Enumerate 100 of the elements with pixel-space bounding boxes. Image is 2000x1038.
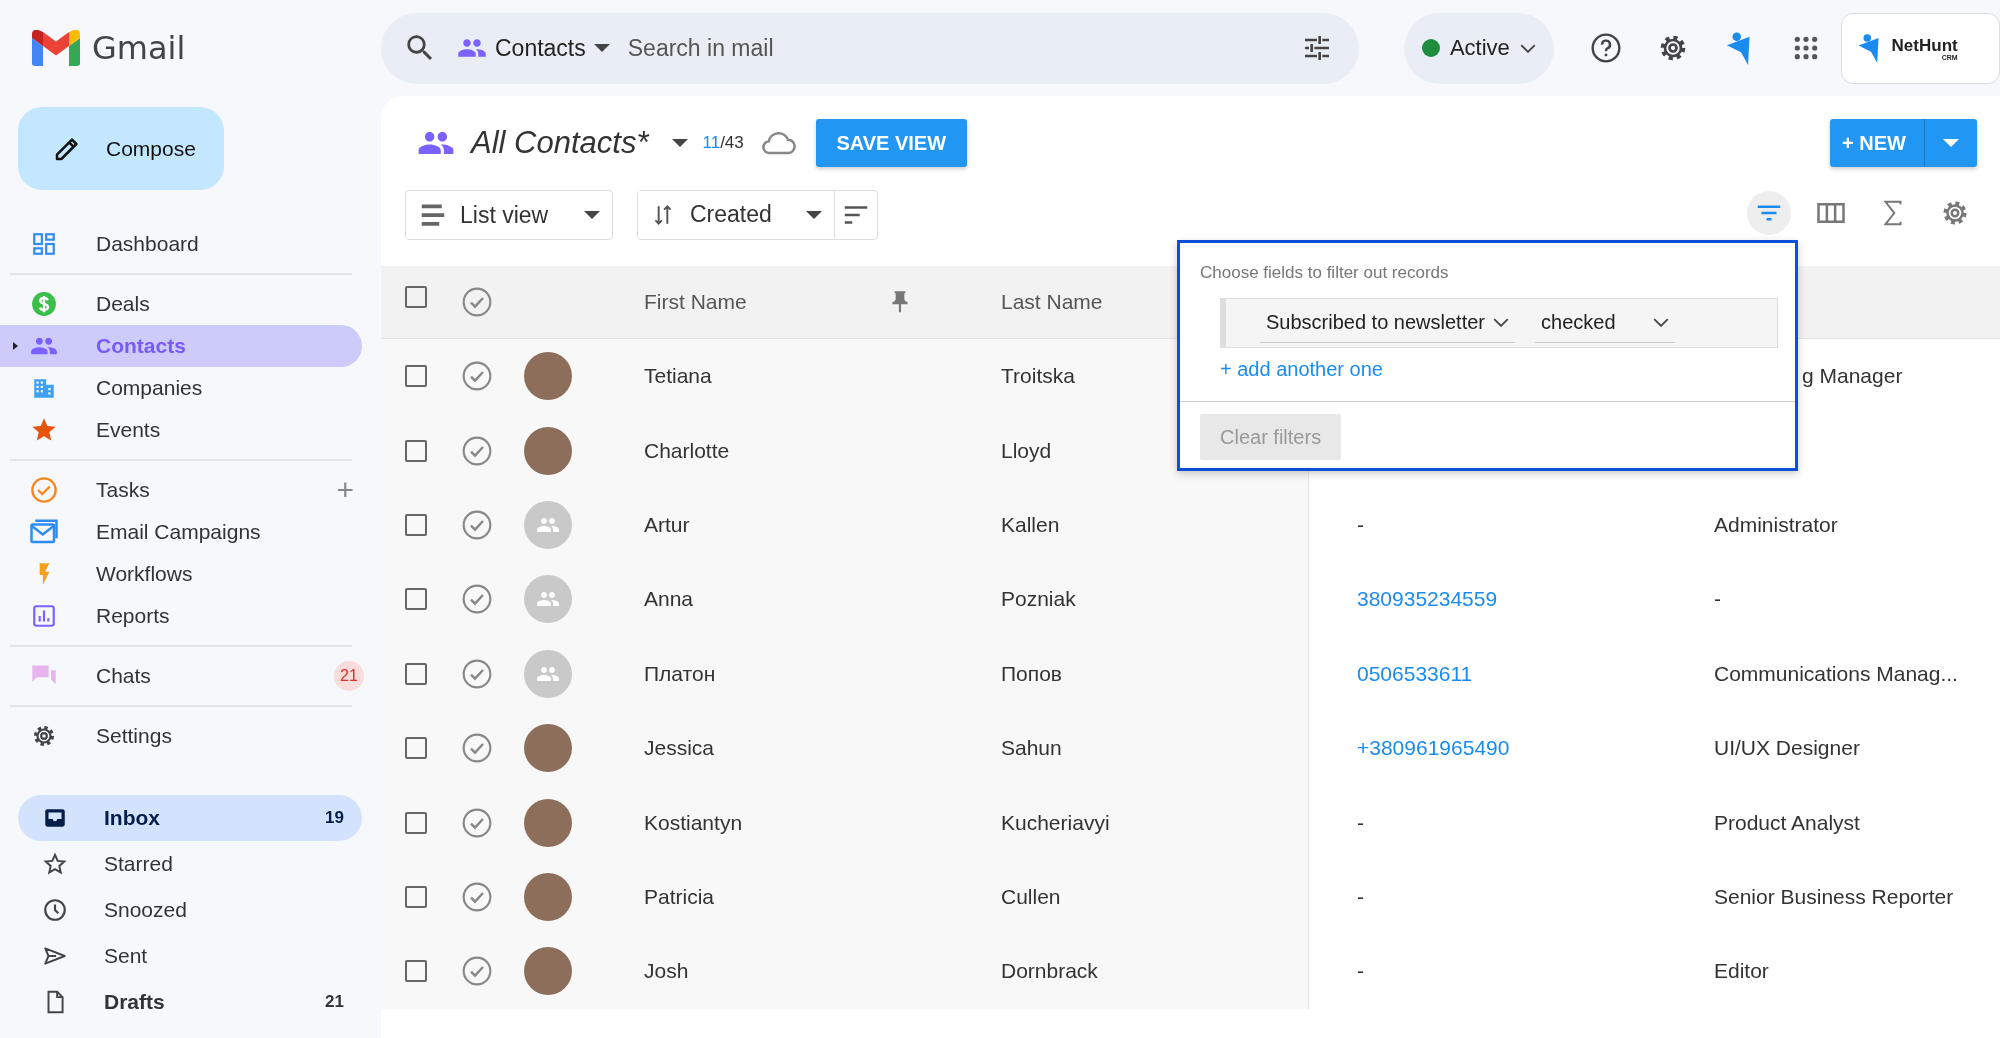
caret-icon[interactable] bbox=[672, 139, 689, 147]
search-field[interactable]: Search in mail bbox=[625, 33, 1302, 63]
sidebar-item[interactable]: Companies bbox=[0, 367, 362, 409]
check-circle-icon[interactable] bbox=[461, 360, 493, 393]
table-cell: Product Analyst bbox=[1714, 810, 1860, 835]
sidebar-item[interactable]: Dashboard bbox=[0, 223, 362, 265]
caret-icon[interactable] bbox=[593, 44, 610, 52]
table-cell: Dornbrack bbox=[1001, 959, 1098, 984]
table-cell: Kucheriavyi bbox=[1001, 810, 1110, 835]
check-circle-icon bbox=[30, 476, 58, 504]
folder-item[interactable]: Sent bbox=[18, 933, 362, 979]
sidebar-item[interactable]: Deals bbox=[0, 283, 362, 325]
table-cell: Платон bbox=[644, 661, 716, 686]
check-circle-icon[interactable] bbox=[461, 806, 493, 839]
help-icon[interactable] bbox=[1589, 32, 1622, 64]
compose-button[interactable]: Compose bbox=[18, 107, 224, 190]
phone-link[interactable]: 380935234559 bbox=[1357, 587, 1498, 612]
chevron-icon bbox=[1519, 43, 1536, 53]
sort-dropdown[interactable]: Created bbox=[638, 191, 835, 238]
folder-item[interactable]: Inbox 19 bbox=[18, 795, 362, 841]
search-scope-dropdown[interactable]: Contacts bbox=[457, 33, 610, 63]
sidebar-item[interactable]: Events bbox=[0, 409, 362, 451]
expand-arrow-icon[interactable] bbox=[10, 341, 20, 351]
table-cell: Charlotte bbox=[644, 438, 730, 463]
caret-icon[interactable] bbox=[584, 211, 600, 219]
table-cell: Kallen bbox=[1001, 512, 1060, 537]
popup-title: Choose fields to filter out records bbox=[1200, 263, 1450, 283]
check-circle-icon[interactable] bbox=[461, 880, 493, 913]
select-all-checkbox[interactable] bbox=[405, 286, 427, 308]
settings-icon[interactable] bbox=[1940, 198, 1970, 228]
status-dropdown[interactable]: Active bbox=[1404, 12, 1554, 84]
unread-badge: 21 bbox=[334, 661, 364, 691]
table-cell: Senior Business Reporter bbox=[1714, 884, 1954, 909]
row-checkbox[interactable] bbox=[405, 365, 427, 388]
chevron-icon bbox=[1653, 318, 1669, 327]
table-cell: - bbox=[1357, 884, 1364, 909]
phone-link[interactable]: +380961965490 bbox=[1357, 736, 1510, 761]
clock-icon bbox=[42, 897, 68, 923]
star-outline-icon bbox=[42, 851, 68, 877]
caret-icon[interactable] bbox=[806, 210, 822, 219]
column-header[interactable]: Last Name bbox=[1001, 290, 1103, 314]
apps-grid-icon[interactable] bbox=[1792, 35, 1819, 61]
table-cell: UI/UX Designer bbox=[1714, 736, 1860, 761]
table-cell: Попов bbox=[1001, 661, 1062, 686]
table-cell: - bbox=[1714, 587, 1721, 612]
row-checkbox[interactable] bbox=[405, 960, 427, 983]
table-cell: Tetiana bbox=[644, 364, 712, 389]
sidebar-item[interactable]: Chats 21 bbox=[0, 655, 362, 697]
gmail-logo-icon bbox=[32, 30, 80, 66]
check-circle-icon[interactable] bbox=[461, 583, 493, 616]
row-checkbox[interactable] bbox=[405, 737, 427, 760]
table-cell: Sahun bbox=[1001, 736, 1062, 761]
table-cell: Cullen bbox=[1001, 884, 1061, 909]
record-count: 11/43 bbox=[702, 133, 744, 153]
column-header[interactable]: First Name bbox=[644, 290, 747, 314]
folder-item[interactable]: Starred bbox=[18, 841, 362, 887]
search-bar[interactable]: Contacts Search in mail bbox=[381, 12, 1360, 84]
table-cell: Kostiantyn bbox=[644, 810, 743, 835]
sidebar-item[interactable]: Email Campaigns bbox=[0, 511, 362, 553]
table-cell: Patricia bbox=[644, 884, 715, 909]
row-checkbox[interactable] bbox=[405, 662, 427, 685]
table-cell: Troitska bbox=[1001, 364, 1075, 389]
check-circle-icon[interactable] bbox=[461, 955, 493, 988]
check-circle-icon[interactable] bbox=[461, 657, 493, 690]
sidebar-item[interactable]: Workflows bbox=[0, 553, 362, 595]
row-checkbox[interactable] bbox=[405, 811, 427, 834]
folder-item[interactable]: Drafts 21 bbox=[18, 979, 362, 1025]
field-dropdown[interactable]: Subscribed to newsletter bbox=[1260, 303, 1515, 343]
chevron-icon bbox=[1493, 318, 1509, 327]
sidebar-item[interactable]: Reports bbox=[0, 595, 362, 637]
table-cell: Administrator bbox=[1714, 512, 1838, 537]
table-cell: g Manager bbox=[1802, 364, 1903, 389]
value-dropdown[interactable]: checked bbox=[1535, 303, 1675, 343]
sidebar-item[interactable]: Tasks + bbox=[0, 469, 362, 511]
table-cell: Editor bbox=[1714, 959, 1769, 984]
check-circle-icon[interactable] bbox=[461, 508, 493, 541]
sidebar-item[interactable]: Settings bbox=[0, 715, 362, 757]
view-mode-dropdown[interactable]: List view bbox=[405, 190, 613, 240]
table-cell: Lloyd bbox=[1001, 438, 1052, 463]
table-cell: - bbox=[1357, 959, 1364, 984]
check-circle-icon[interactable] bbox=[461, 732, 493, 765]
check-circle-icon[interactable] bbox=[461, 286, 493, 318]
table-cell: - bbox=[1357, 810, 1364, 835]
folder-item[interactable]: Snoozed bbox=[18, 887, 362, 933]
app-name: Gmail bbox=[92, 29, 186, 67]
row-checkbox[interactable] bbox=[405, 513, 427, 536]
view-title: All Contacts* bbox=[471, 125, 649, 161]
table-cell: Pozniak bbox=[1001, 587, 1076, 612]
dollar-icon bbox=[31, 291, 57, 317]
add-filter-link[interactable]: + add another one bbox=[1220, 358, 1383, 381]
table-cell: Anna bbox=[644, 587, 694, 612]
row-checkbox[interactable] bbox=[405, 588, 427, 611]
table-cell: Communications Manag... bbox=[1714, 661, 1958, 686]
row-checkbox[interactable] bbox=[405, 885, 427, 908]
row-checkbox[interactable] bbox=[405, 439, 427, 462]
check-circle-icon[interactable] bbox=[461, 434, 493, 467]
brand-name: NetHunt bbox=[1891, 35, 1958, 55]
bar-chart-icon bbox=[31, 603, 57, 629]
table-cell: Artur bbox=[644, 512, 690, 537]
dashboard-icon bbox=[31, 231, 57, 257]
